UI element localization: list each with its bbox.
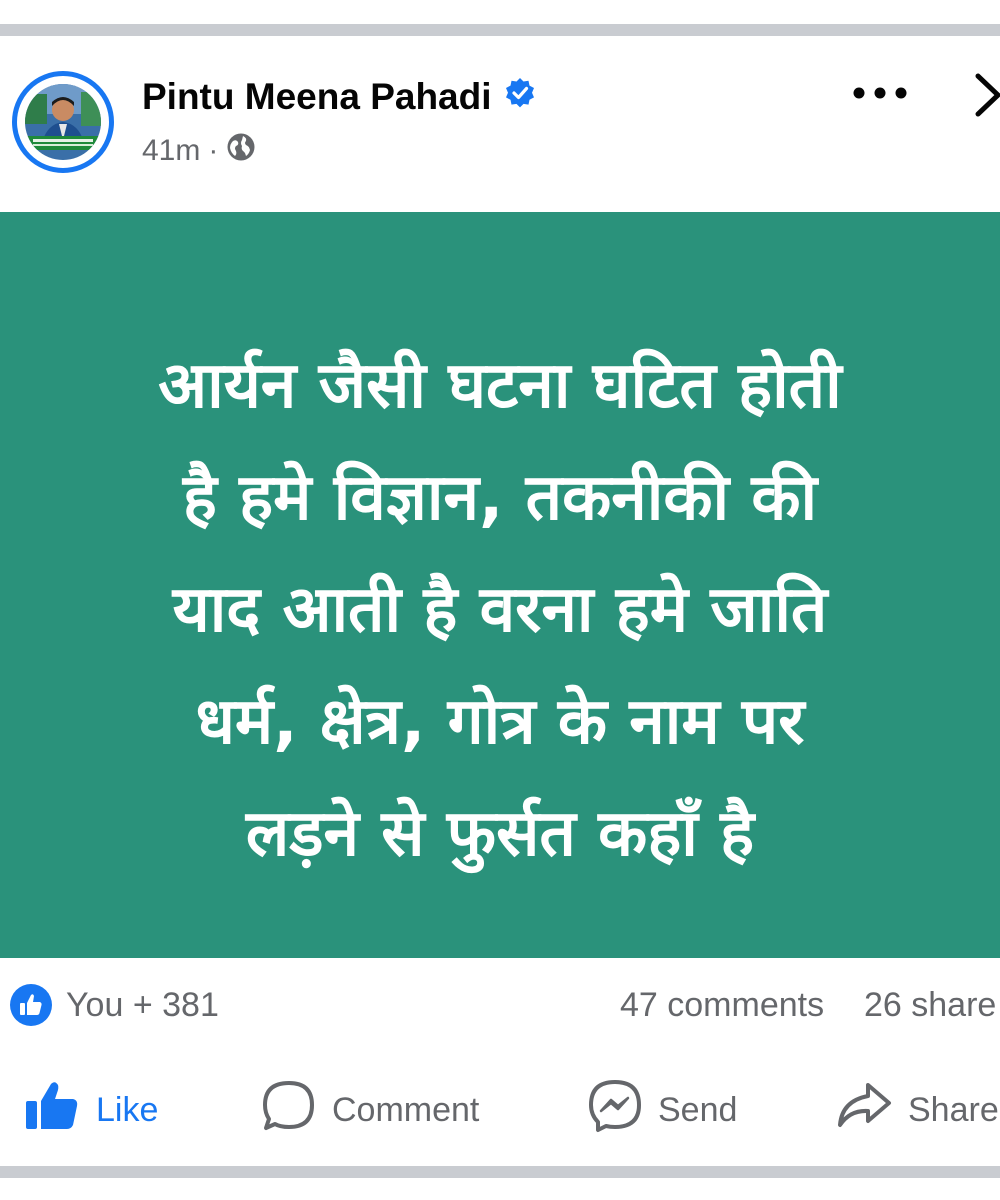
post-text-line: धर्म, क्षेत्र, गोत्र के नाम पर bbox=[195, 685, 805, 759]
shares-count[interactable]: 26 share bbox=[864, 986, 996, 1025]
share-button[interactable]: Share bbox=[836, 1070, 999, 1150]
top-separator bbox=[0, 0, 1000, 36]
send-button[interactable]: Send bbox=[588, 1070, 737, 1150]
messenger-icon bbox=[588, 1079, 642, 1142]
comment-label: Comment bbox=[332, 1090, 480, 1129]
share-arrow-icon bbox=[836, 1081, 892, 1140]
verified-badge-icon bbox=[504, 76, 536, 118]
share-label: Share bbox=[908, 1090, 999, 1129]
author-name-row[interactable]: Pintu Meena Pahadi bbox=[142, 76, 536, 118]
post-image[interactable]: आर्यन जैसी घटना घटित होती है हमे विज्ञान… bbox=[0, 212, 1000, 958]
chevron-right-icon[interactable] bbox=[972, 70, 1000, 120]
reactions-bar: You + 381 47 comments 26 share bbox=[0, 972, 1000, 1036]
post-meta: 41m · bbox=[142, 132, 256, 170]
avatar-image bbox=[25, 84, 101, 160]
post-time[interactable]: 41m bbox=[142, 134, 200, 168]
like-label: Like bbox=[96, 1090, 159, 1129]
meta-separator: · bbox=[208, 134, 219, 167]
post-text-line: याद आती है वरना हमे जाति bbox=[172, 573, 828, 647]
post-header: Pintu Meena Pahadi 41m · bbox=[0, 36, 1000, 212]
reaction-summary[interactable]: You + 381 bbox=[66, 986, 219, 1025]
action-bar: Like Comment Send Share bbox=[0, 1070, 1000, 1150]
post-text: आर्यन जैसी घटना घटित होती है हमे विज्ञान… bbox=[30, 330, 970, 890]
globe-icon bbox=[226, 132, 256, 170]
author-name[interactable]: Pintu Meena Pahadi bbox=[142, 76, 492, 118]
post-text-line: लड़ने से फुर्सत कहाँ है bbox=[245, 797, 755, 871]
post-text-line: है हमे विज्ञान, तकनीकी की bbox=[182, 461, 818, 535]
more-options-icon[interactable] bbox=[852, 86, 908, 100]
like-button[interactable]: Like bbox=[24, 1070, 158, 1150]
comment-button[interactable]: Comment bbox=[262, 1070, 479, 1150]
post-text-line: आर्यन जैसी घटना घटित होती bbox=[158, 349, 842, 423]
avatar[interactable] bbox=[12, 71, 114, 173]
send-label: Send bbox=[658, 1090, 738, 1129]
like-reaction-icon[interactable] bbox=[10, 984, 52, 1026]
comments-count[interactable]: 47 comments bbox=[620, 986, 824, 1025]
bottom-separator bbox=[0, 1166, 1000, 1178]
thumbs-up-icon bbox=[24, 1080, 80, 1141]
comment-bubble-icon bbox=[262, 1080, 316, 1141]
